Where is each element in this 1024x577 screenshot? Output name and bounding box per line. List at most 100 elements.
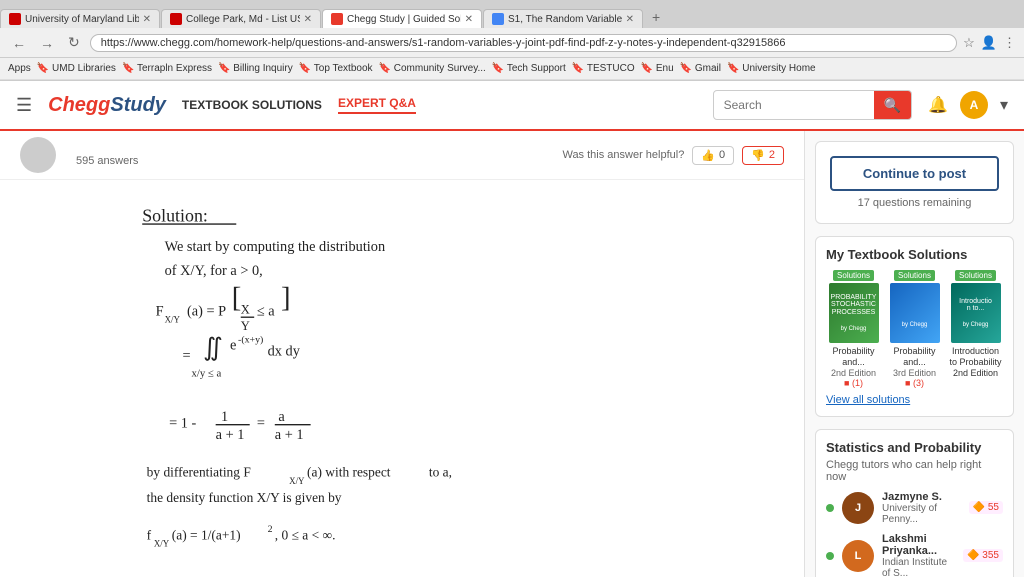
header: ☰ Chegg Study TEXTBOOK SOLUTIONS EXPERT … (0, 81, 1024, 131)
svg-text:(a) with respect: (a) with respect (307, 465, 391, 480)
view-all-solutions-link[interactable]: View all solutions (826, 394, 1003, 406)
helpful-section: Was this answer helpful? 👍 0 👎 2 (562, 146, 784, 165)
reload-button[interactable]: ↻ (64, 32, 84, 53)
svg-text:∬: ∬ (203, 335, 223, 362)
tab-close-chegg[interactable]: ✕ (465, 14, 473, 25)
tab-chegg[interactable]: Chegg Study | Guided Solutions ✕ (322, 9, 482, 28)
svg-text:a + 1: a + 1 (216, 427, 245, 443)
nav-textbook-solutions[interactable]: TEXTBOOK SOLUTIONS (182, 98, 322, 112)
tab-umd1[interactable]: University of Maryland Libraries ... ✕ (0, 9, 160, 28)
logo[interactable]: Chegg Study (48, 94, 166, 117)
svg-text:X: X (241, 303, 250, 317)
svg-text:Y: Y (241, 319, 250, 333)
tab-favicon-chegg (331, 13, 343, 25)
tab-favicon-umd1 (9, 13, 21, 25)
svg-text:We start by computing the dist: We start by computing the distribution (165, 239, 386, 255)
nav-expert-qa[interactable]: EXPERT Q&A (338, 96, 416, 114)
new-tab-button[interactable]: + (644, 6, 668, 28)
tab-label-umd1: University of Maryland Libraries ... (25, 14, 139, 25)
book-cover-1: PROBABILITYSTOCHASTICPROCESSESby Chegg (829, 283, 879, 343)
svg-text:2: 2 (268, 524, 273, 535)
book-item-1[interactable]: Solutions PROBABILITYSTOCHASTICPROCESSES… (826, 270, 881, 388)
thumbs-down-button[interactable]: 👎 2 (742, 146, 784, 165)
svg-text:to a,: to a, (429, 465, 452, 480)
bookmark-testuco[interactable]: 🔖 TESTUCO (572, 63, 635, 74)
answer-info: 595 answers (76, 143, 138, 167)
svg-text:by differentiating F: by differentiating F (147, 465, 251, 480)
tutor-info-1: Jazmyne S. University of Penny... (882, 491, 961, 525)
bookmarks-bar: Apps 🔖 UMD Libraries 🔖 Terrapln Express … (0, 58, 1024, 80)
tutor-item-2: L Lakshmi Priyanka... Indian Institute o… (826, 533, 1003, 577)
nav-icons: ☆ 👤 ⋮ (963, 35, 1016, 51)
answerer-name (76, 143, 138, 155)
book-item-3[interactable]: Solutions Introduction to...by Chegg Int… (948, 270, 1003, 388)
search-input[interactable] (714, 98, 874, 112)
tutor-info-2: Lakshmi Priyanka... Indian Institute of … (882, 533, 955, 577)
thumbs-up-button[interactable]: 👍 0 (692, 146, 734, 165)
bell-icon[interactable]: 🔔 (928, 95, 948, 115)
book-title-1: Probability and... (826, 346, 881, 368)
tutor-school-1: University of Penny... (882, 503, 961, 525)
header-icons: 🔔 A ▾ (928, 91, 1008, 119)
solution-area: Solution: We start by computing the dist… (0, 180, 804, 577)
bookmark-billing[interactable]: 🔖 Billing Inquiry (218, 63, 293, 74)
online-dot-2 (826, 552, 834, 560)
svg-text:a + 1: a + 1 (275, 427, 304, 443)
continue-post-card: Continue to post 17 questions remaining (815, 141, 1014, 224)
svg-text:X/Y: X/Y (165, 315, 181, 325)
answers-count: 595 answers (76, 155, 138, 167)
book-title-2: Probability and... (887, 346, 942, 368)
tab-s1[interactable]: S1, The Random Variable X An... ✕ (483, 9, 643, 28)
my-textbook-solutions: My Textbook Solutions Solutions PROBABIL… (815, 236, 1014, 417)
right-sidebar: Continue to post 17 questions remaining … (804, 131, 1024, 577)
avatar[interactable]: A (960, 91, 988, 119)
bookmark-terrapln[interactable]: 🔖 Terrapln Express (122, 63, 212, 74)
svg-text:1: 1 (221, 409, 228, 425)
tab-umd2[interactable]: College Park, Md - List US Jobs ✕ (161, 9, 321, 28)
stats-subtitle: Chegg tutors who can help right now (826, 459, 1003, 483)
search-button[interactable]: 🔍 (874, 90, 911, 120)
tutor-name-1: Jazmyne S. (882, 491, 961, 503)
tutor-avatar-2: L (842, 540, 874, 572)
svg-text:e: e (230, 337, 236, 353)
tutor-rating-2: 🔶 355 (963, 549, 1003, 562)
bookmark-umd[interactable]: 🔖 UMD Libraries (37, 63, 116, 74)
svg-text:f: f (147, 527, 152, 542)
tab-close-s1[interactable]: ✕ (626, 14, 634, 25)
tab-close-umd2[interactable]: ✕ (304, 14, 312, 25)
profile-icon[interactable]: 👤 (981, 35, 997, 51)
bookmark-university[interactable]: 🔖 University Home (727, 63, 816, 74)
tutor-avatar-1: J (842, 492, 874, 524)
book-item-2[interactable]: Solutions by Chegg Probability and... 3r… (887, 270, 942, 388)
forward-button[interactable]: → (36, 33, 58, 53)
continue-to-post-button[interactable]: Continue to post (830, 156, 999, 191)
url-input[interactable] (90, 34, 957, 52)
helpful-label: Was this answer helpful? (562, 149, 684, 161)
book-count-1: ■ (1) (844, 378, 863, 388)
svg-text:F: F (156, 303, 164, 319)
bookmark-gmail[interactable]: 🔖 Gmail (680, 63, 721, 74)
questions-remaining: 17 questions remaining (830, 197, 999, 209)
bookmark-textbook[interactable]: 🔖 Top Textbook (299, 63, 373, 74)
answer-meta: 595 answers Was this answer helpful? 👍 0… (0, 131, 804, 180)
bookmark-enu[interactable]: 🔖 Enu (641, 63, 674, 74)
menu-icon[interactable]: ⋮ (1003, 35, 1016, 51)
chevron-down-icon[interactable]: ▾ (1000, 95, 1008, 115)
thumbs-down-icon: 👎 (751, 149, 765, 162)
tab-close-umd1[interactable]: ✕ (143, 14, 151, 25)
bookmark-tech[interactable]: 🔖 Tech Support (492, 63, 566, 74)
thumbs-up-count: 0 (719, 149, 725, 161)
browser-chrome: University of Maryland Libraries ... ✕ C… (0, 0, 1024, 81)
logo-study: Study (110, 94, 166, 117)
hamburger-menu[interactable]: ☰ (16, 95, 32, 116)
svg-text:dx dy: dx dy (268, 344, 301, 360)
tutor-rating-1: 🔶 55 (969, 501, 1003, 514)
book-cover-3: Introduction to...by Chegg (951, 283, 1001, 343)
back-button[interactable]: ← (8, 33, 30, 53)
star-icon[interactable]: ☆ (963, 35, 975, 51)
svg-text:X/Y: X/Y (289, 476, 305, 486)
main-content: 595 answers Was this answer helpful? 👍 0… (0, 131, 804, 577)
bookmark-apps[interactable]: Apps (8, 63, 31, 74)
bookmark-community[interactable]: 🔖 Community Survey... (379, 63, 486, 74)
tab-favicon-s1 (492, 13, 504, 25)
